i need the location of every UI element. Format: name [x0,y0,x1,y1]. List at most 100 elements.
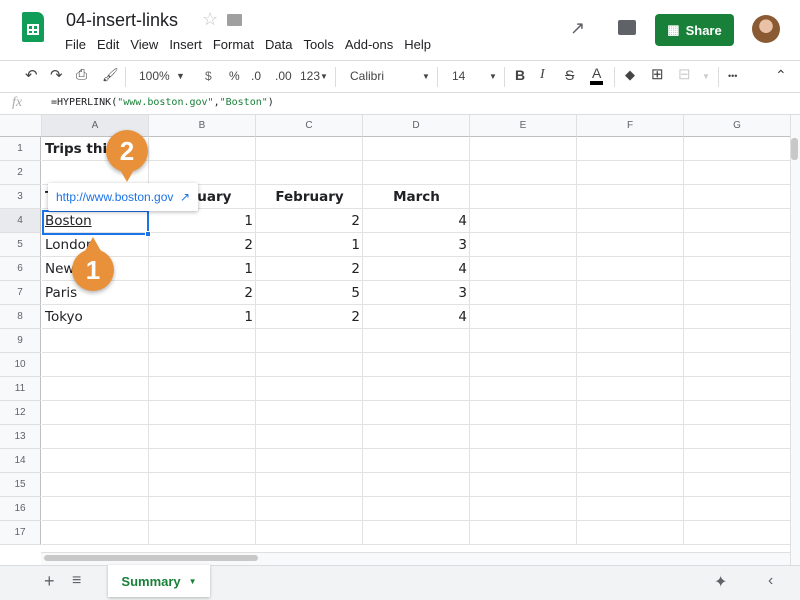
undo-icon[interactable]: ↶ [25,66,38,84]
grid-cell[interactable] [684,425,790,449]
document-title[interactable]: 04-insert-links [66,10,178,31]
selected-cell-a4[interactable] [42,210,149,235]
grid-cell[interactable] [256,353,363,377]
menu-addons[interactable]: Add-ons [345,37,393,52]
grid-cell[interactable] [684,209,790,233]
font-size-select[interactable]: 14 [452,69,465,83]
grid-cell[interactable] [149,449,256,473]
grid-cell[interactable] [577,209,684,233]
font-dropdown-icon[interactable]: ▼ [422,72,430,81]
grid-cell[interactable] [256,329,363,353]
folder-icon[interactable] [227,14,242,26]
merge-cells-icon[interactable]: ⊟ [678,65,691,83]
grid-cell[interactable] [363,401,470,425]
grid-cell[interactable] [684,233,790,257]
grid-cell[interactable] [470,137,577,161]
value-cell[interactable]: 1 [256,233,363,257]
grid-cell[interactable] [684,377,790,401]
zoom-dropdown-icon[interactable]: ▼ [176,71,185,81]
grid-cell[interactable] [577,329,684,353]
grid-cell[interactable] [684,473,790,497]
value-cell[interactable]: 1 [149,257,256,281]
grid-cell[interactable] [470,329,577,353]
row-header-14[interactable]: 14 [0,449,41,473]
grid-cell[interactable] [363,425,470,449]
grid-cell[interactable] [149,497,256,521]
grid-cell[interactable] [684,521,790,545]
grid-cell[interactable] [470,401,577,425]
grid-cell[interactable] [577,449,684,473]
decrease-decimal-button[interactable]: .0 [251,69,261,83]
grid-cell[interactable] [684,137,790,161]
row-header-16[interactable]: 16 [0,497,41,521]
grid-cell[interactable] [363,377,470,401]
sheets-logo-icon[interactable] [22,12,44,42]
grid-cell[interactable] [470,377,577,401]
activity-trend-icon[interactable]: ↗ [570,18,585,39]
cell-d3[interactable]: March [363,185,470,209]
open-link-icon[interactable]: ↗ [180,190,190,204]
menu-edit[interactable]: Edit [97,37,119,52]
row-header-1[interactable]: 1 [0,137,41,161]
explore-icon[interactable]: ✦ [714,572,727,592]
grid-cell[interactable] [149,161,256,185]
all-sheets-list-icon[interactable]: ≡ [72,572,81,590]
grid-cell[interactable] [470,161,577,185]
row-header-12[interactable]: 12 [0,401,41,425]
strikethrough-button[interactable]: S [565,67,574,83]
value-cell[interactable]: 4 [363,209,470,233]
grid-cell[interactable] [577,497,684,521]
value-cell[interactable]: 1 [149,305,256,329]
grid-cell[interactable] [684,353,790,377]
value-cell[interactable]: 2 [256,209,363,233]
row-header-8[interactable]: 8 [0,305,41,329]
italic-button[interactable]: I [540,67,545,83]
column-header-e[interactable]: E [470,115,577,137]
menu-view[interactable]: View [130,37,158,52]
grid-cell[interactable] [149,137,256,161]
grid-cell[interactable] [684,449,790,473]
grid-cell[interactable] [684,281,790,305]
row-header-9[interactable]: 9 [0,329,41,353]
column-header-d[interactable]: D [363,115,470,137]
grid-cell[interactable] [363,137,470,161]
value-cell[interactable]: 1 [149,209,256,233]
grid-cell[interactable] [363,521,470,545]
grid-cell[interactable] [470,425,577,449]
grid-cell[interactable] [256,377,363,401]
grid-cell[interactable] [684,329,790,353]
vertical-scrollbar[interactable] [790,115,800,565]
grid-cell[interactable] [149,401,256,425]
grid-cell[interactable] [470,449,577,473]
row-header-4[interactable]: 4 [0,209,41,233]
row-header-13[interactable]: 13 [0,425,41,449]
menu-help[interactable]: Help [404,37,431,52]
text-color-button[interactable]: A [590,65,604,85]
value-cell[interactable]: 2 [256,257,363,281]
increase-decimal-button[interactable]: .00 [275,69,292,83]
row-header-17[interactable]: 17 [0,521,41,545]
grid-cell[interactable] [42,497,149,521]
grid-cell[interactable] [577,401,684,425]
grid-cell[interactable] [256,161,363,185]
grid-cell[interactable] [684,161,790,185]
grid-cell[interactable] [42,377,149,401]
row-header-2[interactable]: 2 [0,161,41,185]
value-cell[interactable]: 2 [149,233,256,257]
font-size-dropdown-icon[interactable]: ▼ [489,72,497,81]
grid-cell[interactable] [42,425,149,449]
grid-cell[interactable] [256,473,363,497]
zoom-select[interactable]: 100% [139,69,170,83]
grid-cell[interactable] [470,257,577,281]
grid-cell[interactable] [149,521,256,545]
grid-cell[interactable] [149,473,256,497]
menu-insert[interactable]: Insert [169,37,202,52]
grid-cell[interactable] [363,449,470,473]
grid-cell[interactable] [577,353,684,377]
grid-cell[interactable] [470,233,577,257]
grid-cell[interactable] [42,329,149,353]
fill-handle[interactable] [145,231,151,237]
value-cell[interactable]: 2 [149,281,256,305]
sheet-tab-dropdown-icon[interactable]: ▼ [189,577,197,586]
grid-cell[interactable] [256,521,363,545]
